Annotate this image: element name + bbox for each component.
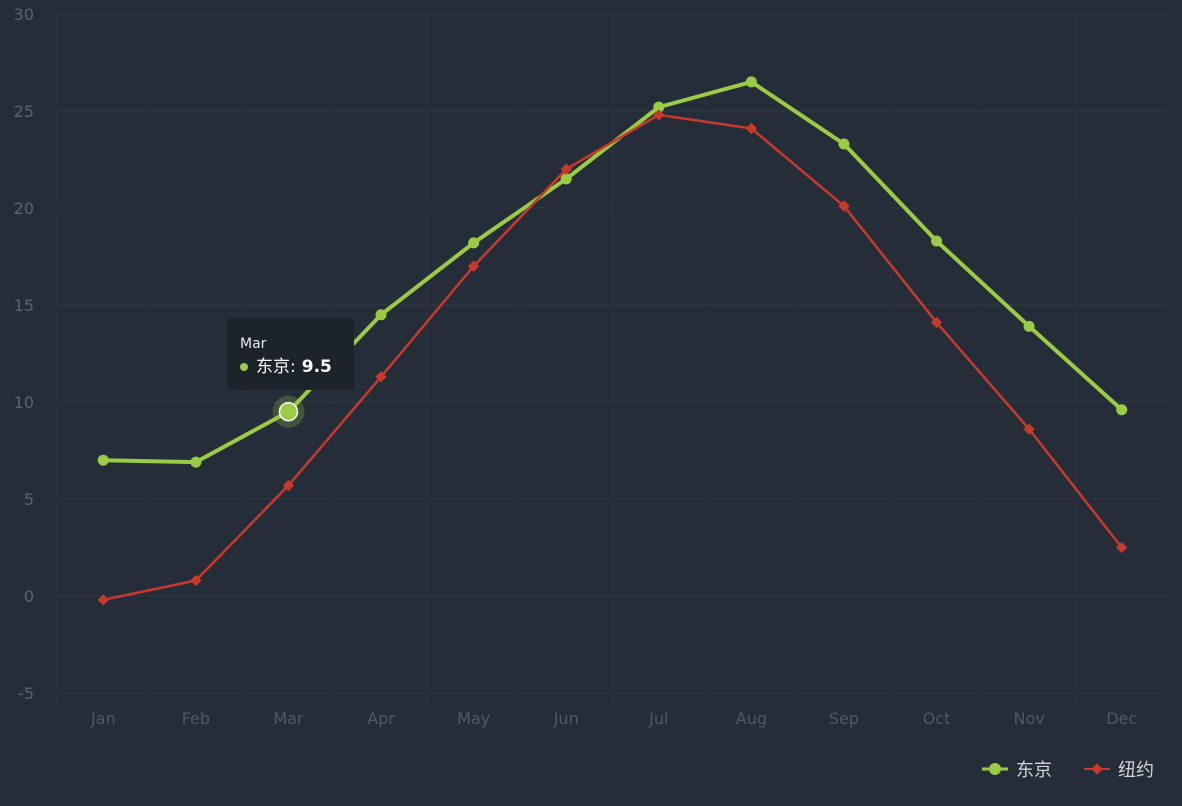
data-point bbox=[745, 76, 757, 88]
x-axis-ticks: Jan Feb Mar Apr May Jun Jul Aug Sep Oct Nov Dec bbox=[90, 709, 1137, 728]
x-tick-label: May bbox=[457, 709, 490, 728]
legend: 东京 纽约 bbox=[950, 756, 1154, 782]
x-tick-label: Jun bbox=[553, 709, 579, 728]
grid bbox=[56, 13, 1169, 707]
x-tick-label: Dec bbox=[1106, 709, 1137, 728]
legend-diamond-marker-icon bbox=[1084, 763, 1110, 775]
data-point bbox=[931, 235, 943, 247]
x-tick-label: Jan bbox=[90, 709, 116, 728]
x-tick-label: Nov bbox=[1014, 709, 1045, 728]
hover-point bbox=[278, 401, 299, 422]
data-point bbox=[468, 237, 480, 249]
y-tick-label: 20 bbox=[14, 199, 34, 218]
hover-highlight bbox=[272, 395, 305, 428]
tooltip-value: 9.5 bbox=[301, 357, 332, 377]
tooltip: Mar 东京: 9.5 bbox=[227, 318, 354, 390]
y-tick-label: 10 bbox=[14, 393, 34, 412]
data-point bbox=[560, 173, 572, 185]
legend-label-tokyo: 东京 bbox=[1016, 760, 1052, 781]
line-chart: -5 0 5 10 15 20 25 30 Jan Feb Mar Apr May Jun Jul Aug S… bbox=[14, 5, 1169, 728]
x-tick-label: Jul bbox=[648, 709, 668, 728]
x-tick-label: Sep bbox=[829, 709, 859, 728]
y-tick-label: 0 bbox=[24, 587, 34, 606]
y-tick-label: 5 bbox=[24, 490, 34, 509]
y-tick-label: 30 bbox=[14, 5, 34, 24]
data-point bbox=[97, 454, 109, 466]
y-tick-label: -5 bbox=[18, 684, 34, 703]
tooltip-colon: : bbox=[290, 357, 296, 377]
legend-item-tokyo[interactable]: 东京 bbox=[982, 756, 1052, 782]
y-tick-label: 15 bbox=[14, 296, 34, 315]
tooltip-series-name: 东京 bbox=[256, 357, 290, 377]
x-tick-label: Feb bbox=[182, 709, 210, 728]
tooltip-row: 东京: 9.5 bbox=[240, 356, 354, 378]
legend-circle-marker-icon bbox=[982, 763, 1008, 775]
data-point bbox=[190, 456, 202, 468]
x-tick-label: Oct bbox=[923, 709, 951, 728]
x-tick-label: Apr bbox=[367, 709, 395, 728]
data-point bbox=[1116, 404, 1128, 416]
legend-item-newyork[interactable]: 纽约 bbox=[1084, 756, 1154, 782]
tooltip-title: Mar bbox=[240, 336, 267, 352]
data-point bbox=[838, 138, 850, 150]
tooltip-series-dot-icon bbox=[240, 363, 248, 371]
x-tick-label: Aug bbox=[736, 709, 767, 728]
y-axis-ticks: -5 0 5 10 15 20 25 30 bbox=[14, 5, 34, 703]
data-point bbox=[375, 309, 387, 321]
y-tick-label: 25 bbox=[14, 102, 34, 121]
x-tick-label: Mar bbox=[273, 709, 304, 728]
legend-label-newyork: 纽约 bbox=[1118, 760, 1154, 781]
data-point bbox=[1023, 320, 1035, 332]
